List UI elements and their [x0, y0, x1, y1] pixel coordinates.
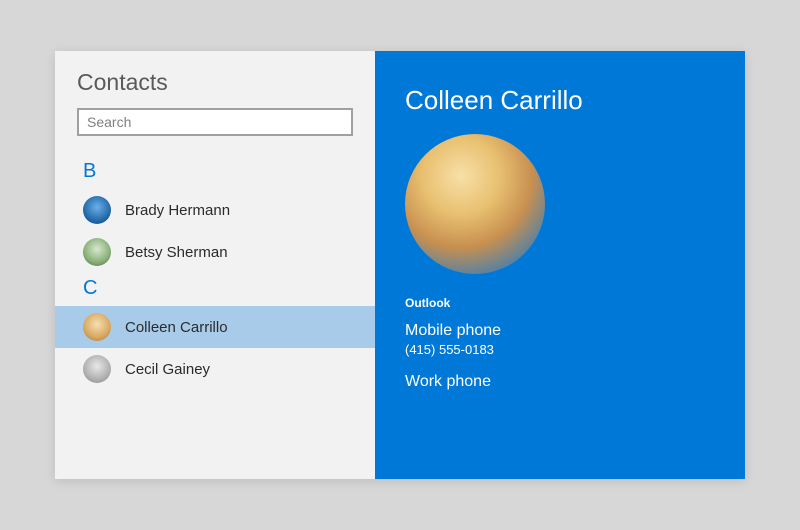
group-header-c[interactable]: C: [55, 273, 375, 306]
avatar: [83, 238, 111, 266]
field-label-work-phone: Work phone: [405, 373, 715, 391]
field-value-mobile-phone[interactable]: (415) 555-0183: [405, 342, 715, 357]
contact-item-cecil-gainey[interactable]: Cecil Gainey: [55, 348, 375, 390]
contact-item-colleen-carrillo[interactable]: Colleen Carrillo: [55, 306, 375, 348]
master-header: Contacts: [55, 51, 375, 146]
field-label-mobile-phone: Mobile phone: [405, 322, 715, 340]
contact-detail-pane: Colleen Carrillo Outlook Mobile phone (4…: [375, 51, 745, 479]
contact-name: Brady Hermann: [125, 202, 230, 219]
group-header-b[interactable]: B: [55, 156, 375, 189]
contact-name: Colleen Carrillo: [125, 319, 228, 336]
contacts-master-pane: Contacts B Brady Hermann Betsy Sherman C…: [55, 51, 375, 479]
avatar: [83, 355, 111, 383]
contact-list: B Brady Hermann Betsy Sherman C Colleen …: [55, 146, 375, 479]
detail-contact-name: Colleen Carrillo: [405, 85, 715, 116]
contact-name: Betsy Sherman: [125, 244, 228, 261]
detail-avatar: [405, 134, 545, 274]
avatar: [83, 196, 111, 224]
detail-section-label: Outlook: [405, 296, 715, 310]
contact-name: Cecil Gainey: [125, 361, 210, 378]
app-title: Contacts: [77, 69, 353, 96]
avatar: [83, 313, 111, 341]
contact-item-betsy-sherman[interactable]: Betsy Sherman: [55, 231, 375, 273]
search-input[interactable]: [77, 108, 353, 136]
contact-item-brady-hermann[interactable]: Brady Hermann: [55, 189, 375, 231]
contacts-window: Contacts B Brady Hermann Betsy Sherman C…: [55, 51, 745, 479]
